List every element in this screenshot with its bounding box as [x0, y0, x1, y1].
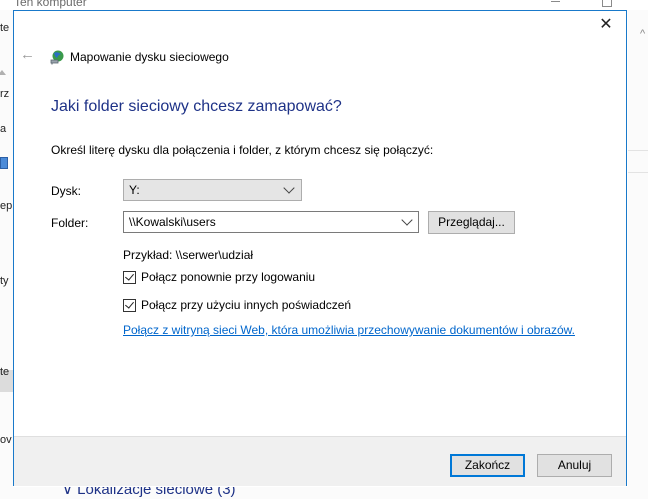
- expand-up-icon[interactable]: [0, 70, 6, 75]
- finish-button[interactable]: Zakończ: [450, 454, 525, 477]
- other-credentials-option[interactable]: Połącz przy użyciu innych poświadczeń: [123, 297, 351, 313]
- browse-button[interactable]: Przeglądaj...: [428, 211, 515, 234]
- other-credentials-label[interactable]: Połącz przy użyciu innych poświadczeń: [141, 298, 351, 312]
- explorer-window-title: Ten komputer: [14, 0, 87, 9]
- web-storage-link[interactable]: Połącz z witryną sieci Web, która umożli…: [123, 323, 575, 337]
- divider: [628, 150, 648, 151]
- explorer-title-bar: Ten komputer: [0, 0, 648, 10]
- drive-letter-select[interactable]: Y:: [123, 179, 302, 201]
- reconnect-option[interactable]: Połącz ponownie przy logowaniu: [123, 269, 315, 285]
- divider: [628, 172, 648, 173]
- explorer-section-header: ∨ Lokalizacje sieciowe (3): [0, 487, 648, 499]
- nav-fragment[interactable]: te: [0, 366, 9, 378]
- explorer-navigation-pane: te rz a ep ty te ov: [0, 10, 13, 499]
- drive-label: Dysk:: [51, 184, 81, 198]
- computer-icon: [0, 157, 8, 169]
- group-label: Lokalizacje sieciowe (3): [77, 487, 236, 498]
- dialog-footer: Zakończ Anuluj: [14, 436, 626, 486]
- network-drive-icon: [50, 50, 64, 65]
- instruction-text: Określ literę dysku dla połączenia i fol…: [51, 143, 434, 157]
- chevron-down-icon: [283, 182, 295, 194]
- reconnect-label[interactable]: Połącz ponownie przy logowaniu: [141, 270, 315, 284]
- back-arrow-icon[interactable]: ←: [20, 46, 35, 63]
- close-button[interactable]: ✕: [596, 15, 616, 35]
- nav-fragment[interactable]: rz: [0, 88, 9, 100]
- map-network-drive-dialog: ✕ ← Mapowanie dysku sieciowego Jaki fold…: [13, 10, 627, 486]
- dialog-title: Mapowanie dysku sieciowego: [70, 50, 229, 64]
- chevron-down-icon: ∨: [62, 487, 78, 498]
- page-heading: Jaki folder sieciowy chcesz zamapować?: [51, 98, 342, 115]
- chevron-down-icon[interactable]: [401, 214, 413, 226]
- nav-fragment[interactable]: ty: [0, 275, 9, 287]
- minimize-icon[interactable]: [551, 1, 560, 2]
- folder-path-value: \\Kowalski\users: [129, 215, 216, 229]
- reconnect-checkbox[interactable]: [123, 270, 136, 284]
- nav-fragment[interactable]: a: [0, 123, 6, 135]
- maximize-icon[interactable]: [602, 0, 612, 7]
- nav-fragment[interactable]: ov: [0, 434, 12, 446]
- drive-letter-value: Y:: [129, 183, 140, 197]
- network-locations-group[interactable]: ∨ Lokalizacje sieciowe (3): [62, 487, 236, 498]
- folder-label: Folder:: [51, 216, 89, 230]
- chevron-up-icon[interactable]: ^: [640, 28, 645, 40]
- other-credentials-checkbox[interactable]: [123, 298, 136, 312]
- example-text: Przykład: \\serwer\udział: [123, 248, 254, 262]
- explorer-content-edge: ^: [628, 10, 648, 499]
- cancel-button[interactable]: Anuluj: [537, 454, 612, 477]
- nav-fragment[interactable]: ep: [0, 200, 12, 212]
- folder-path-combobox[interactable]: \\Kowalski\users: [123, 211, 419, 233]
- nav-fragment[interactable]: te: [0, 22, 9, 34]
